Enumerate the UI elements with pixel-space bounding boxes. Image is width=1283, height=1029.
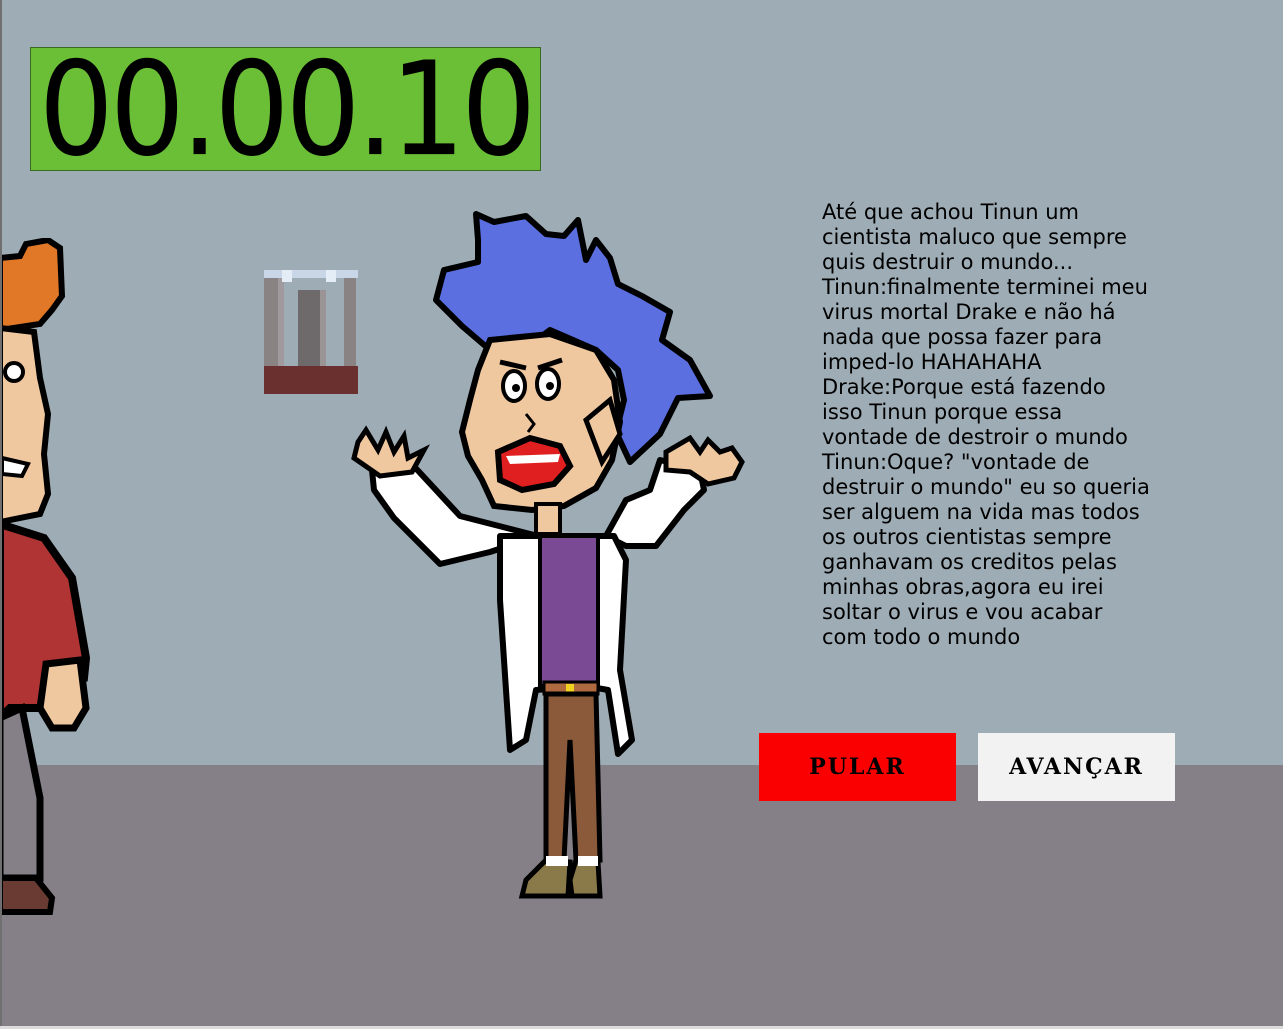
skip-button-label: PULAR xyxy=(809,754,906,780)
game-scene: 00.00.10 Até que achou Tinun um cientist… xyxy=(0,0,1283,1029)
drake-sprite xyxy=(0,238,91,915)
window-edge-left xyxy=(0,0,2,1029)
skip-button[interactable]: PULAR xyxy=(759,733,956,801)
dialogue-text: Até que achou Tinun um cientista maluco … xyxy=(822,200,1150,649)
tinun-sprite xyxy=(351,211,745,899)
timer-text: 00.00.10 xyxy=(38,33,536,185)
next-button-label: AVANÇAR xyxy=(1009,754,1144,780)
timer-display: 00.00.10 xyxy=(30,33,541,185)
test-tube-rack xyxy=(264,270,358,394)
next-button[interactable]: AVANÇAR xyxy=(978,733,1175,801)
